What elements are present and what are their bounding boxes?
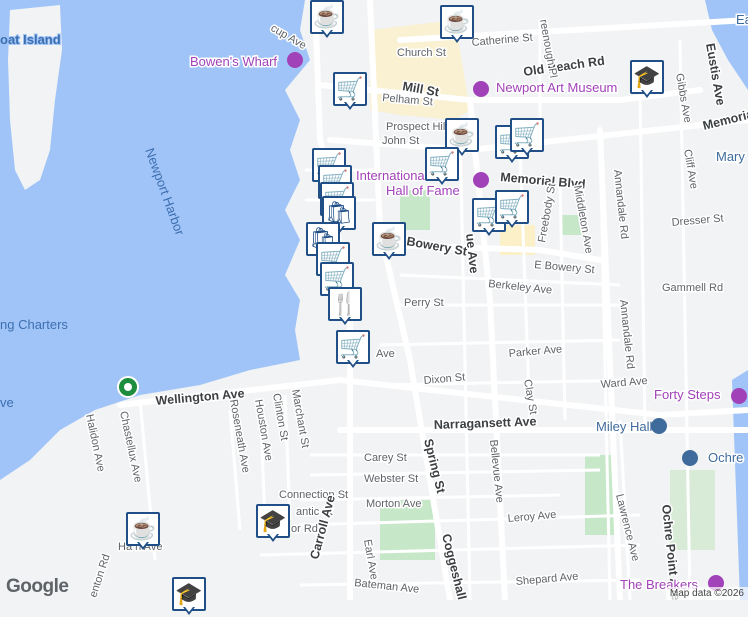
charters-label: ng Charters — [0, 317, 68, 332]
restaurant-marker[interactable]: 🍴 — [328, 287, 362, 327]
goat-island-label: oat Island — [0, 32, 61, 47]
poi-label-forty-steps: Forty Steps — [654, 387, 721, 402]
school-icon: 🎓 — [630, 60, 664, 94]
street-label: Gammell Rd — [662, 282, 723, 294]
shopping-marker[interactable]: 🛒 — [333, 72, 367, 112]
shopping-marker[interactable]: 🛒 — [336, 330, 370, 370]
map-attribution[interactable]: Map data ©2026 — [665, 587, 748, 600]
poi-label-mary: Mary — [716, 149, 745, 164]
cafe-icon: ☕ — [126, 512, 160, 546]
shopping-icon: 🛒 — [336, 330, 370, 364]
water-ve-label: ve — [0, 395, 14, 410]
cafe-icon: ☕ — [440, 5, 474, 39]
school-marker[interactable]: 🎓 — [256, 504, 290, 544]
school-marker[interactable]: 🎓 — [172, 577, 206, 617]
shopping-marker[interactable]: 🛒 — [495, 190, 529, 230]
google-logo: Google — [6, 576, 69, 597]
street-label: Perry St — [404, 297, 444, 309]
restaurant-icon: 🍴 — [328, 287, 362, 321]
school-icon — [651, 418, 667, 434]
poi-label-miley-hall: Miley Hall — [596, 419, 652, 434]
poi-label-art-museum: Newport Art Museum — [496, 80, 617, 95]
street-label: Morton Ave — [366, 498, 421, 510]
school-icon: 🎓 — [172, 577, 206, 611]
shopping-icon: 🛒 — [495, 190, 529, 224]
cafe-marker[interactable]: ☕ — [440, 5, 474, 45]
street-label: Carey St — [364, 452, 407, 464]
street-label: or Rd — [291, 523, 318, 535]
school-icon: 🎓 — [256, 504, 290, 538]
museum-icon — [473, 81, 489, 97]
shopping-marker[interactable]: 🛒 — [510, 118, 544, 158]
shopping-icon: 🛒 — [333, 72, 367, 106]
shopping-marker[interactable]: 🛒 — [425, 147, 459, 187]
poi-label-ea: Ea — [736, 12, 748, 27]
poi-label-hall-of-fame: International — [356, 168, 428, 183]
school-marker[interactable]: 🎓 — [630, 60, 664, 100]
street-label: Church St — [397, 47, 446, 59]
cafe-marker[interactable]: ☕ — [126, 512, 160, 552]
street-label: Webster St — [364, 473, 418, 485]
park-3 — [585, 455, 615, 535]
cafe-marker[interactable]: ☕ — [372, 222, 406, 262]
cafe-marker[interactable]: ☕ — [310, 0, 344, 40]
cafe-icon: ☕ — [372, 222, 406, 256]
museum-icon — [473, 172, 489, 188]
street-label: Connection St — [279, 489, 348, 501]
shopping-icon: 🛒 — [510, 118, 544, 152]
shopping-icon: 🛒 — [425, 147, 459, 181]
poi-label-ochre: Ochre — [708, 450, 743, 465]
cafe-icon: ☕ — [310, 0, 344, 34]
poi-label-bowens-wharf: Bowen's Wharf — [190, 54, 277, 69]
museum-icon — [287, 52, 303, 68]
street-label: Prospect Hill — [386, 121, 448, 133]
street-label: Ave — [376, 348, 395, 360]
street-label: John St — [382, 135, 419, 147]
school-icon — [682, 450, 698, 466]
museum-icon — [731, 388, 747, 404]
